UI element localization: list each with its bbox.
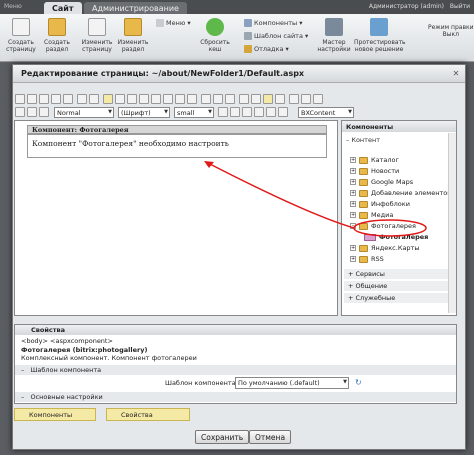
section-main-label: Основные настройки bbox=[30, 393, 103, 401]
highlight-oval bbox=[353, 219, 427, 237]
cancel-button[interactable]: Отмена bbox=[249, 430, 292, 444]
section-template[interactable]: – Шаблон компонента bbox=[15, 365, 456, 375]
tag-breadcrumb: <body> <aspxcomponent> bbox=[21, 337, 113, 345]
component-code: Фотогалерея (bitrix:photogallery) bbox=[21, 346, 148, 354]
tab-components[interactable]: Компоненты bbox=[14, 408, 96, 421]
tab-properties-label: Свойства bbox=[121, 411, 153, 419]
template-select-value: По умолчанию (.default) bbox=[238, 379, 320, 387]
template-select[interactable]: По умолчанию (.default) ▼ bbox=[235, 377, 349, 389]
annotation-arrow bbox=[205, 161, 355, 229]
chevron-down-icon: ▼ bbox=[343, 379, 347, 385]
component-description: Комплексный компонент. Компонент фотогал… bbox=[21, 354, 197, 362]
properties-title: Свойства bbox=[15, 325, 456, 335]
template-label: Шаблон компонента: bbox=[165, 379, 238, 387]
tab-properties[interactable]: Свойства bbox=[106, 408, 190, 421]
refresh-icon[interactable]: ↻ bbox=[355, 378, 362, 387]
section-main[interactable]: – Основные настройки bbox=[15, 392, 456, 402]
section-template-label: Шаблон компонента bbox=[30, 366, 102, 374]
properties-panel: Свойства <body> <aspxcomponent> Фотогале… bbox=[14, 324, 457, 404]
tab-components-label: Компоненты bbox=[29, 411, 73, 419]
save-button[interactable]: Сохранить bbox=[195, 430, 250, 444]
